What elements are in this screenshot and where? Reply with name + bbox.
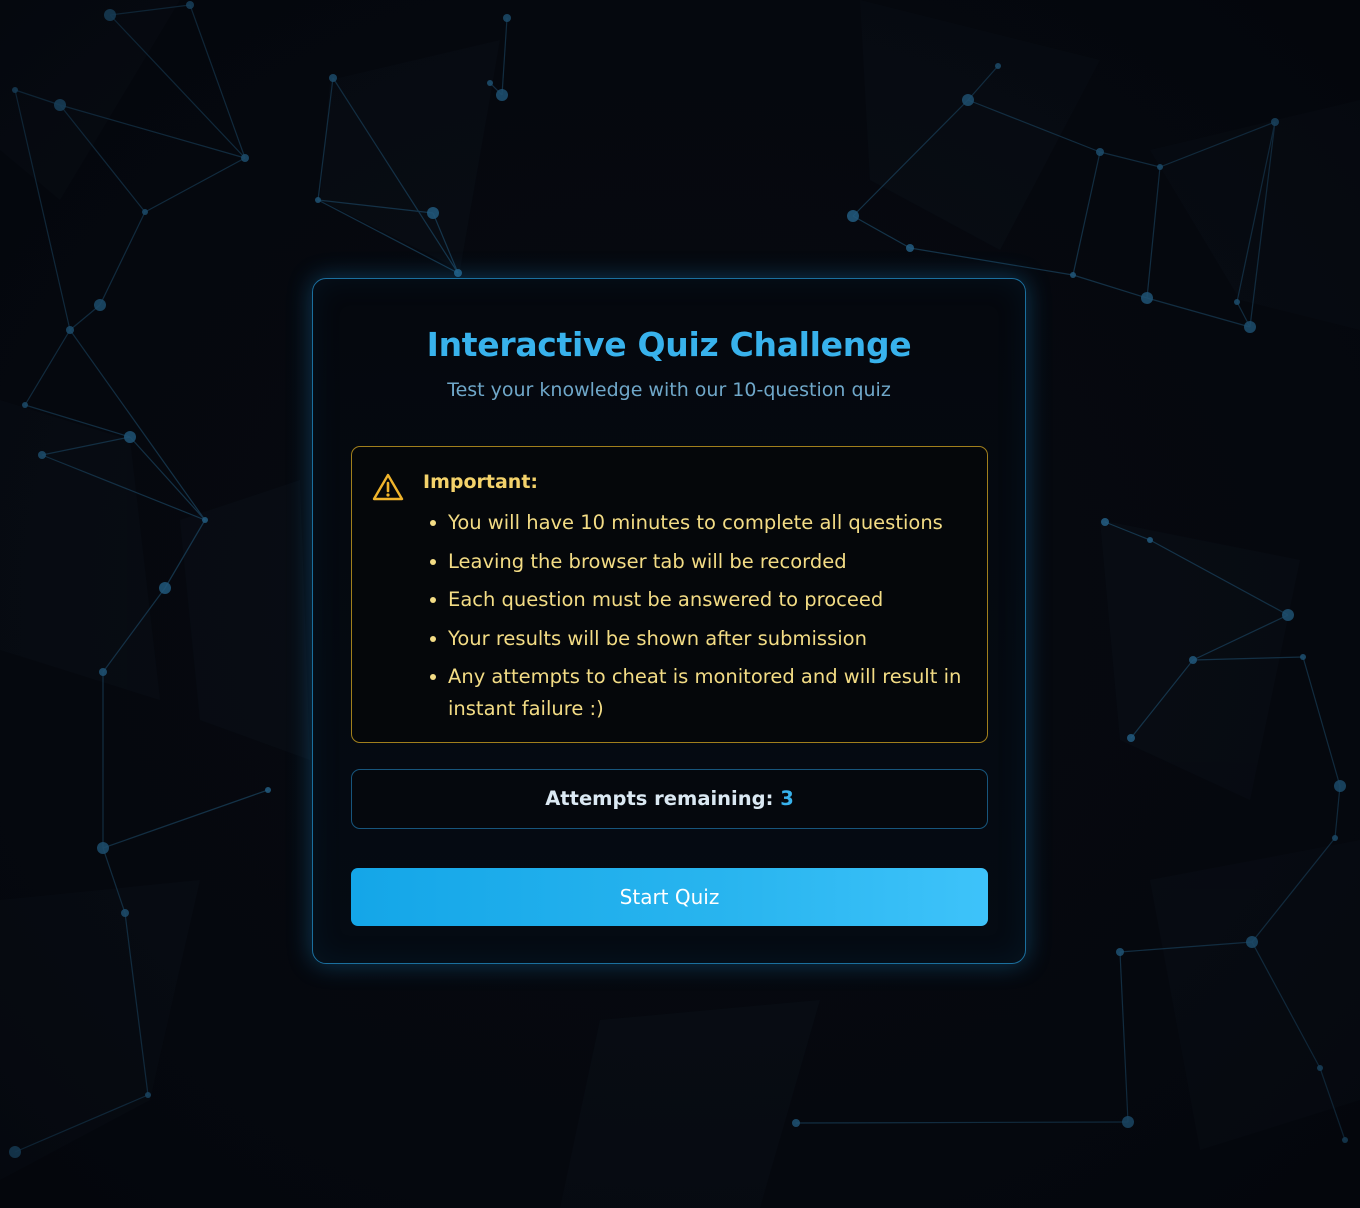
notice-heading: Important: — [423, 471, 539, 493]
quiz-title: Interactive Quiz Challenge — [426, 325, 912, 364]
attempts-count: 3 — [780, 787, 794, 810]
rule-item: Each question must be answered to procee… — [428, 584, 973, 616]
important-notice: Important: You will have 10 minutes to c… — [351, 446, 988, 743]
quiz-card: Interactive Quiz Challenge Test your kno… — [312, 278, 1026, 964]
attempts-remaining: Attempts remaining: 3 — [351, 769, 988, 829]
start-quiz-button[interactable]: Start Quiz — [351, 868, 988, 926]
rule-item: Leaving the browser tab will be recorded — [428, 546, 973, 578]
attempts-label: Attempts remaining: — [545, 787, 774, 810]
rule-item: Your results will be shown after submiss… — [428, 623, 973, 655]
quiz-subtitle: Test your knowledge with our 10-question… — [447, 379, 891, 401]
rule-item: Any attempts to cheat is monitored and w… — [428, 661, 973, 725]
rule-item: You will have 10 minutes to complete all… — [428, 507, 973, 539]
rules-list: You will have 10 minutes to complete all… — [428, 507, 973, 732]
warning-triangle-icon — [372, 473, 404, 501]
